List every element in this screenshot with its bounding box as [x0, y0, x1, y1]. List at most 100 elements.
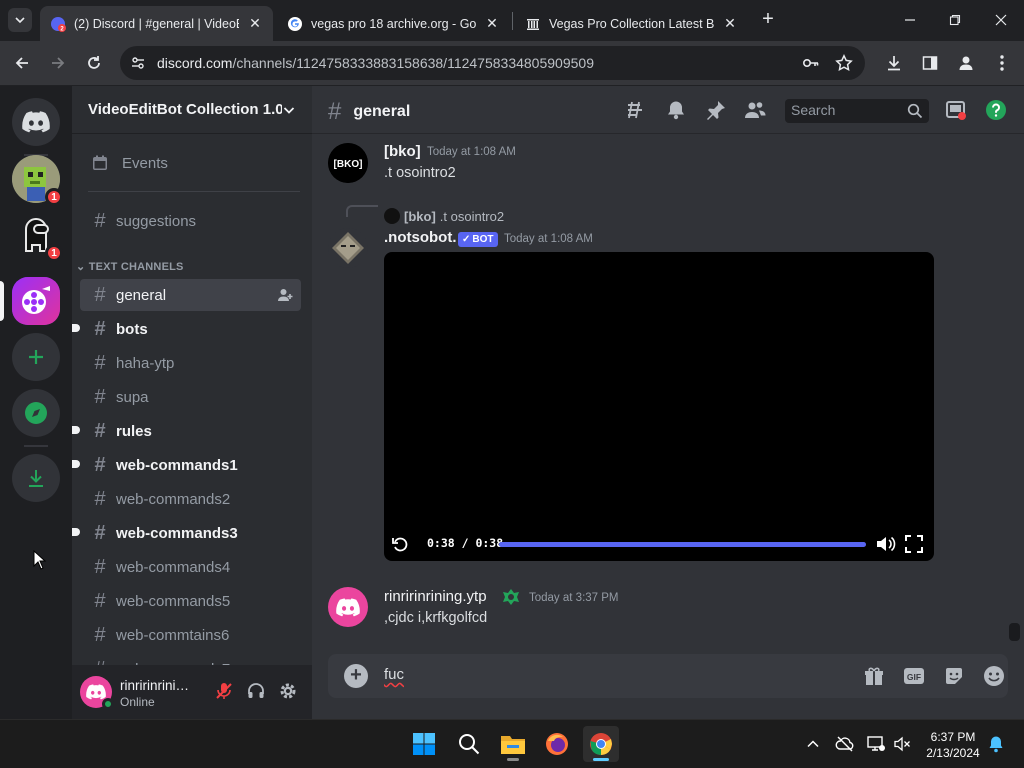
chevron-down-icon [283, 106, 295, 114]
channel-general[interactable]: # general [80, 279, 301, 311]
tab-separator [512, 12, 513, 30]
discord-app: 1 1 VideoEditBot Collection 1.0 Events #… [0, 86, 1024, 719]
chat-scrollbar[interactable] [1009, 623, 1020, 641]
channel-bots[interactable]: # bots [72, 313, 301, 345]
search-input[interactable]: Search [785, 99, 929, 123]
hashtag-icon: # [94, 521, 106, 544]
tab-close-icon[interactable]: ✕ [484, 15, 500, 32]
bookmark-star-icon[interactable] [835, 54, 853, 72]
gif-icon[interactable]: GIF [902, 664, 926, 688]
new-tab-icon[interactable]: + [758, 9, 778, 30]
notification-bell-icon[interactable] [986, 734, 1006, 754]
pin-icon[interactable] [705, 99, 727, 121]
start-button[interactable] [406, 726, 442, 762]
menu-icon[interactable] [992, 53, 1012, 73]
member-list-icon[interactable] [744, 99, 766, 121]
close-window-icon[interactable] [986, 8, 1016, 32]
channel-rules[interactable]: # rules [72, 415, 301, 447]
unread-indicator [72, 460, 80, 468]
taskbar-search-button[interactable] [451, 726, 487, 762]
settings-gear-icon[interactable] [277, 680, 299, 702]
inbox-icon[interactable] [945, 99, 967, 121]
message-avatar-bko[interactable]: [BKO] [328, 143, 368, 183]
replay-icon[interactable] [390, 534, 410, 554]
url-path: /channels/1124758333883158638/1124758334… [232, 55, 594, 71]
discord-logo-icon [22, 111, 50, 133]
maximize-icon[interactable] [940, 8, 970, 32]
direct-messages-button[interactable] [12, 98, 60, 146]
server-avatar-2[interactable]: 1 [12, 211, 63, 262]
events-item[interactable]: Events [80, 147, 301, 179]
headphones-icon[interactable] [245, 680, 267, 702]
volume-icon[interactable] [875, 534, 897, 554]
server-videoeditbot[interactable] [12, 277, 60, 325]
message-avatar-notsobot[interactable] [328, 228, 368, 268]
message-avatar-rinririnrining[interactable] [328, 587, 368, 627]
tab-discord[interactable]: 2 (2) Discord | #general | VideoEd ✕ [40, 6, 273, 41]
channel-web-commands2[interactable]: # web-commands2 [80, 483, 301, 515]
channel-web-commands5[interactable]: # web-commands5 [80, 585, 301, 617]
reload-icon[interactable] [81, 50, 107, 76]
guild-header[interactable]: VideoEditBot Collection 1.0 [72, 86, 312, 134]
tab-archive-org[interactable]: Vegas Pro Collection Latest Buil ✕ [515, 6, 748, 41]
fullscreen-icon[interactable] [904, 534, 924, 554]
message-author[interactable]: rinririnrining.ytp [384, 588, 487, 605]
message-list: [BKO] [bko] Today at 1:08 AM .t osointro… [312, 135, 1024, 655]
tab-close-icon[interactable]: ✕ [722, 15, 738, 32]
tab-close-icon[interactable]: ✕ [247, 15, 263, 32]
side-panel-icon[interactable] [920, 53, 940, 73]
video-player[interactable]: 0:38 / 0:38 [384, 252, 934, 561]
volume-muted-icon[interactable] [892, 734, 912, 754]
profile-icon[interactable] [956, 53, 976, 73]
mute-microphone-icon[interactable] [213, 680, 235, 702]
channel-title-text: general [353, 103, 411, 120]
show-hidden-icons-chevron-up-icon[interactable] [803, 734, 823, 754]
category-text-channels[interactable]: ⌄ TEXT CHANNELS [76, 260, 184, 273]
reply-preview[interactable]: [bko] .t osointro2 [384, 208, 504, 224]
network-icon[interactable] [866, 734, 886, 754]
message-composer[interactable]: + fuc GIF [328, 654, 1008, 698]
message-author[interactable]: .notsobot. [384, 229, 456, 246]
download-icon[interactable] [884, 53, 904, 73]
onedrive-offline-icon[interactable] [835, 734, 855, 754]
address-bar[interactable]: discord.com/channels/1124758333883158638… [120, 46, 865, 80]
site-info-icon[interactable] [130, 55, 146, 71]
firefox-button[interactable] [539, 726, 575, 762]
tab-search-button[interactable] [8, 8, 32, 32]
channel-supa[interactable]: # supa [80, 381, 301, 413]
search-icon [907, 103, 923, 119]
threads-icon[interactable] [624, 99, 646, 121]
channel-web-commtains6[interactable]: # web-commtains6 [80, 619, 301, 651]
channel-web-commands3[interactable]: # web-commands3 [72, 517, 301, 549]
channel-suggestions[interactable]: # suggestions [80, 205, 301, 237]
add-server-button[interactable] [12, 333, 60, 381]
channel-web-commands4[interactable]: # web-commands4 [80, 551, 301, 583]
password-key-icon[interactable] [802, 54, 820, 72]
file-explorer-button[interactable] [495, 726, 531, 762]
help-icon[interactable] [985, 99, 1007, 121]
invite-member-icon[interactable] [277, 287, 293, 303]
username[interactable]: rinririnrining.ytp [120, 678, 195, 693]
tab-google-search[interactable]: vegas pro 18 archive.org - Goo ✕ [277, 6, 510, 41]
composer-input[interactable]: fuc [384, 666, 404, 683]
back-icon[interactable] [9, 50, 35, 76]
chrome-button[interactable] [583, 726, 619, 762]
sticker-icon[interactable] [942, 664, 966, 688]
gift-icon[interactable] [862, 664, 886, 688]
server-avatar-1[interactable]: 1 [12, 155, 63, 206]
video-progress-track[interactable] [499, 542, 866, 547]
channel-web-commands1[interactable]: # web-commands1 [72, 449, 301, 481]
google-favicon-icon [288, 16, 302, 31]
channel-haha-ytp[interactable]: # haha-ytp [80, 347, 301, 379]
discord-favicon-icon: 2 [51, 16, 66, 32]
minimize-icon[interactable] [895, 8, 925, 32]
explore-servers-button[interactable] [12, 389, 60, 437]
notification-bell-icon[interactable] [665, 99, 687, 121]
add-attachment-icon[interactable]: + [344, 664, 368, 688]
forward-icon[interactable] [45, 50, 71, 76]
message-author[interactable]: [bko] [384, 143, 421, 160]
download-apps-button[interactable] [12, 454, 60, 502]
emoji-icon[interactable] [982, 664, 1006, 688]
system-clock[interactable]: 6:37 PM 2/13/2024 [922, 729, 984, 761]
user-avatar[interactable] [80, 676, 114, 710]
